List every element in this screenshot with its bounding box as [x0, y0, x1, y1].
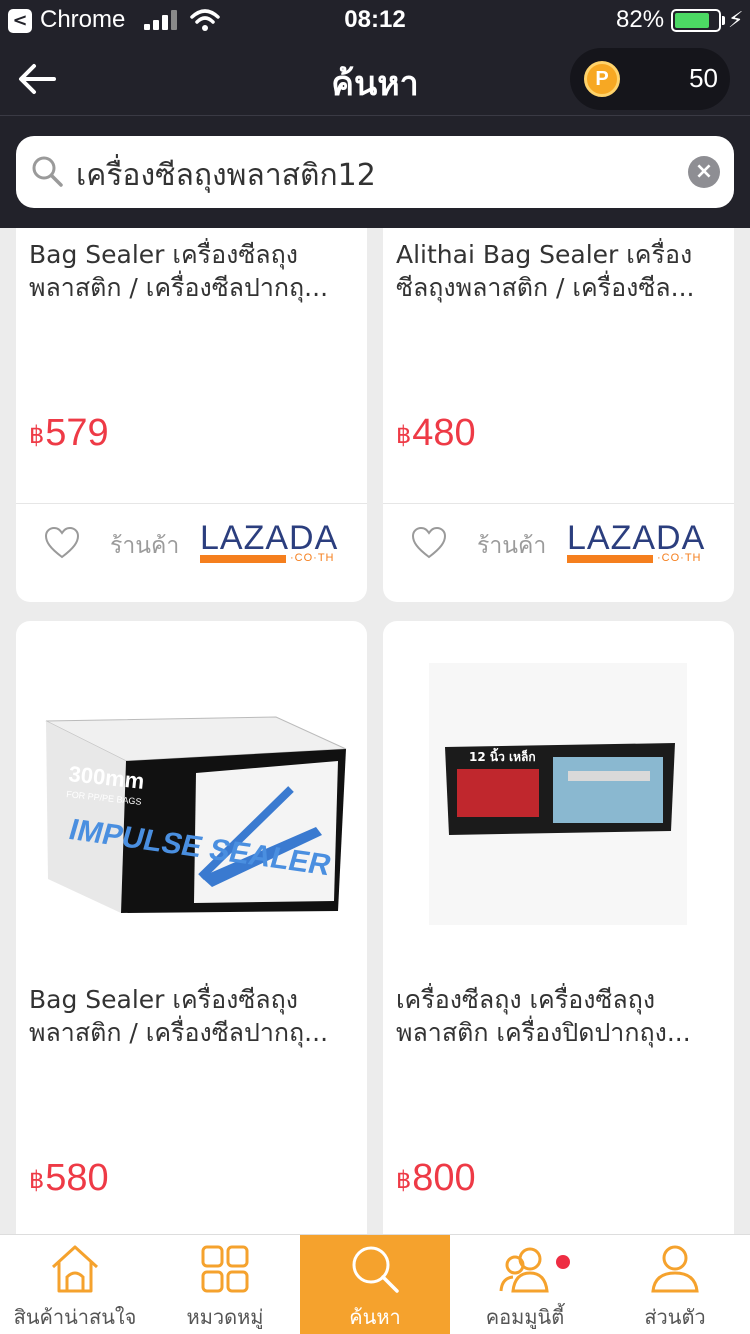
tab-label: สินค้าน่าสนใจ: [13, 1305, 137, 1329]
product-card[interactable]: Bag Sealer เครื่องซีลถุงพลาสติก / เครื่อ…: [16, 228, 367, 602]
coin-icon: P: [584, 61, 620, 97]
shop-label: ร้านค้า: [477, 533, 547, 559]
notification-dot: [556, 1255, 570, 1269]
price-value: 579: [45, 412, 109, 454]
divider: [383, 503, 734, 504]
points-value: 50: [689, 63, 718, 93]
price-value: 800: [412, 1157, 476, 1199]
grid-icon: [201, 1245, 249, 1293]
product-card[interactable]: 12 นิ้ว เหล็ก เครื่องซีลถุง เครื่องซีลถุ…: [383, 621, 734, 1234]
product-price: ฿800: [396, 1157, 476, 1200]
product-name: Bag Sealer เครื่องซีลถุงพลาสติก / เครื่อ…: [29, 985, 329, 1047]
heart-icon[interactable]: [411, 526, 447, 560]
product-price: ฿580: [29, 1157, 109, 1200]
profile-icon: [651, 1245, 699, 1293]
tab-label: ส่วนตัว: [644, 1305, 706, 1329]
product-price: ฿579: [29, 412, 109, 455]
product-image: 300mm FOR PP/PE BAGS IMPULSE SEALER: [45, 716, 347, 913]
box-text-size: 12 นิ้ว เหล็ก: [469, 747, 536, 764]
tab-community[interactable]: คอมมูนิตี้: [450, 1235, 600, 1334]
search-icon: [32, 156, 63, 187]
search-input[interactable]: เครื่องซีลถุงพลาสติก12: [76, 152, 376, 199]
battery-tip: [722, 16, 725, 25]
product-name: เครื่องซีลถุง เครื่องซีลถุงพลาสติก เครื่…: [396, 985, 691, 1047]
product-card[interactable]: 300mm FOR PP/PE BAGS IMPULSE SEALER Bag …: [16, 621, 367, 1234]
price-value: 480: [412, 412, 476, 454]
currency-symbol: ฿: [29, 422, 45, 449]
battery-percent: 82%: [616, 6, 665, 33]
tab-categories[interactable]: หมวดหมู่: [150, 1235, 300, 1334]
search-icon: [352, 1246, 399, 1293]
tab-featured[interactable]: สินค้าน่าสนใจ: [0, 1235, 150, 1334]
page-header: ค้นหา P 50: [0, 40, 750, 116]
community-icon: [499, 1247, 549, 1293]
status-bar: < Chrome 08:12 82% ⚡: [0, 0, 750, 40]
product-price: ฿480: [396, 412, 476, 455]
shop-label: ร้านค้า: [110, 533, 180, 559]
product-card[interactable]: Alithai Bag Sealer เครื่องซีลถุงพลาสติก …: [383, 228, 734, 602]
product-name: Alithai Bag Sealer เครื่องซีลถุงพลาสติก …: [396, 240, 695, 302]
bottom-tab-bar: สินค้าน่าสนใจ หมวดหมู่ ค้นหา คอมมูนิตี้: [0, 1234, 750, 1334]
divider: [16, 503, 367, 504]
tab-label: คอมมูนิตี้: [485, 1305, 565, 1329]
lazada-logo[interactable]: LAZADA ·CO·TH: [567, 521, 707, 567]
charging-icon: ⚡: [728, 8, 744, 33]
product-grid: Bag Sealer เครื่องซีลถุงพลาสติก / เครื่อ…: [0, 228, 750, 1234]
tab-profile[interactable]: ส่วนตัว: [600, 1235, 750, 1334]
currency-symbol: ฿: [396, 1167, 412, 1194]
top-bar: < Chrome 08:12 82% ⚡ ค้นหา P 50 เครื่องซ…: [0, 0, 750, 228]
tab-label: ค้นหา: [349, 1305, 401, 1329]
lazada-logo[interactable]: LAZADA ·CO·TH: [200, 521, 340, 567]
tab-label: หมวดหมู่: [186, 1305, 264, 1329]
clear-search-icon[interactable]: ×: [688, 156, 720, 188]
tab-search[interactable]: ค้นหา: [300, 1235, 450, 1334]
search-bar[interactable]: เครื่องซีลถุงพลาสติก12 ×: [16, 136, 734, 208]
points-balance[interactable]: P 50: [570, 48, 730, 110]
battery-icon: [671, 9, 721, 32]
heart-icon[interactable]: [44, 526, 80, 560]
home-icon: [51, 1245, 99, 1293]
price-value: 580: [45, 1157, 109, 1199]
currency-symbol: ฿: [396, 422, 412, 449]
currency-symbol: ฿: [29, 1167, 45, 1194]
product-name: Bag Sealer เครื่องซีลถุงพลาสติก / เครื่อ…: [29, 240, 329, 302]
product-image: 12 นิ้ว เหล็ก: [429, 663, 687, 925]
